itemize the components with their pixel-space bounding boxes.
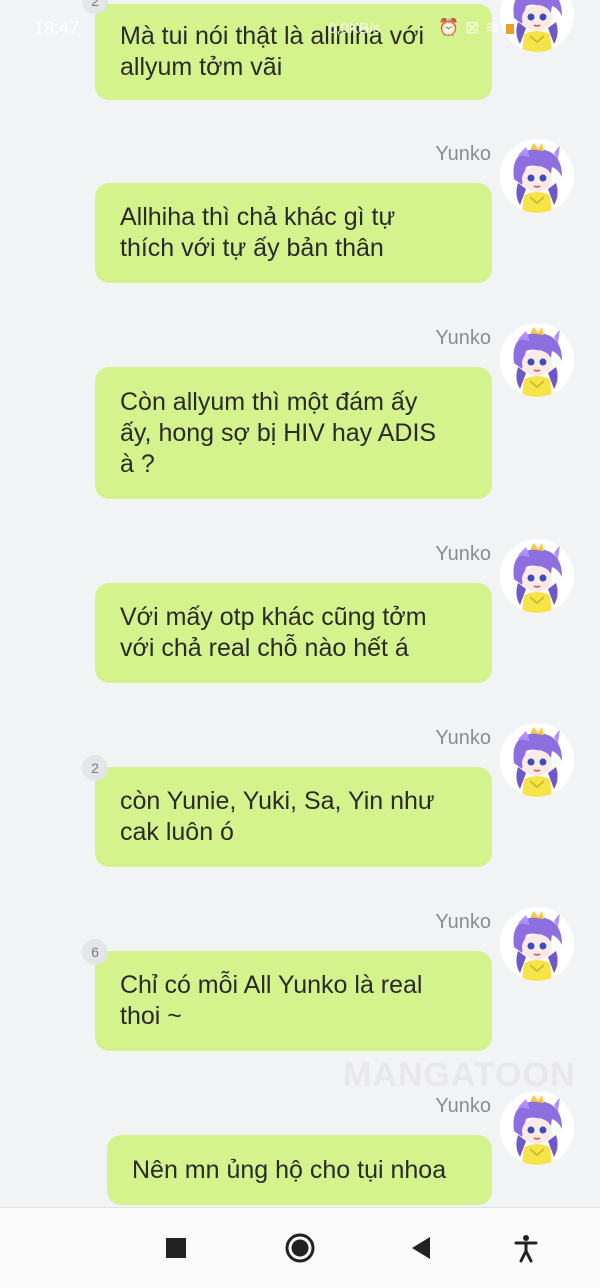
avatar[interactable] xyxy=(500,907,574,981)
comment-count-badge[interactable]: 2 xyxy=(82,755,108,781)
message-text-line: Với mấy otp khác cũng tởm xyxy=(120,603,427,631)
message-bubble[interactable]: Mà tui nói thật là allhiha với allyum tởm… xyxy=(95,4,492,100)
message-text-line: allyum tởm vãi xyxy=(120,53,283,81)
message-text-line: thích với tự ấy bản thân xyxy=(120,234,384,262)
avatar[interactable] xyxy=(500,723,574,797)
message-text-line: Mà tui nói thật là allhiha với xyxy=(120,22,425,50)
watermark: MANGATOON xyxy=(343,1056,576,1094)
status-time: 18:47 xyxy=(34,18,80,38)
sender-name: Yunko xyxy=(435,727,491,749)
recents-square-icon[interactable] xyxy=(160,1232,192,1264)
navigation-bar xyxy=(0,1207,600,1288)
back-triangle-icon[interactable] xyxy=(406,1232,438,1264)
avatar[interactable] xyxy=(500,1091,574,1165)
message-bubble[interactable]: Với mấy otp khác cũng tởm với chả real ch… xyxy=(95,583,492,683)
message-text-line: cak luôn ó xyxy=(120,818,234,846)
sender-name: Yunko xyxy=(435,543,491,565)
message-text-line: với chả real chỗ nào hết á xyxy=(120,634,409,662)
message-text-line: còn Yunie, Yuki, Sa, Yin như xyxy=(120,787,435,815)
sender-name: Yunko xyxy=(435,1095,491,1117)
avatar[interactable] xyxy=(500,323,574,397)
message-text-line: Nên mn ủng hộ cho tụi nhoa xyxy=(132,1156,447,1184)
message-text-line: ấy, hong sợ bị HIV hay ADIS xyxy=(120,419,437,447)
message-bubble[interactable]: còn Yunie, Yuki, Sa, Yin như cak luôn ó xyxy=(95,767,492,867)
message-text-line: à ? xyxy=(120,450,155,478)
message-text-line: Chỉ có mỗi All Yunko là real xyxy=(120,971,423,999)
message-text-line: Còn allyum thì một đám ấy xyxy=(120,388,418,416)
message-bubble[interactable]: Chỉ có mỗi All Yunko là real thoi ~ xyxy=(95,951,492,1051)
avatar[interactable] xyxy=(500,139,574,213)
avatar[interactable] xyxy=(500,539,574,613)
avatar[interactable] xyxy=(500,0,574,52)
sender-name: Yunko xyxy=(435,327,491,349)
message-text-line: thoi ~ xyxy=(120,1002,182,1030)
comment-count-badge[interactable]: 6 xyxy=(82,939,108,965)
home-circle-icon[interactable] xyxy=(284,1232,316,1264)
message-bubble[interactable]: Allhiha thì chả khác gì tự thích với tự ấ… xyxy=(95,183,492,283)
message-bubble[interactable]: Còn allyum thì một đám ấy ấy, hong sợ bị … xyxy=(95,367,492,499)
sender-name: Yunko xyxy=(435,143,491,165)
message-text-line: Allhiha thì chả khác gì tự xyxy=(120,203,396,231)
message-bubble[interactable]: Nên mn ủng hộ cho tụi nhoa xyxy=(107,1135,492,1205)
sender-name: Yunko xyxy=(435,911,491,933)
accessibility-icon[interactable] xyxy=(510,1232,542,1264)
